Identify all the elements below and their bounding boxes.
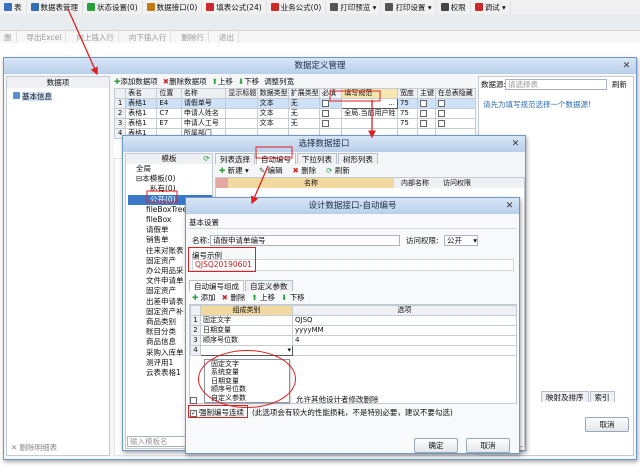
arrow-to-design-dialog [251, 165, 269, 205]
annotation-arrows [67, 8, 381, 205]
auto-number-tab-highlight [255, 146, 293, 159]
rule-column-highlight [329, 90, 381, 102]
arrow-to-data-definition [67, 8, 98, 76]
public-node-highlight [146, 190, 178, 203]
